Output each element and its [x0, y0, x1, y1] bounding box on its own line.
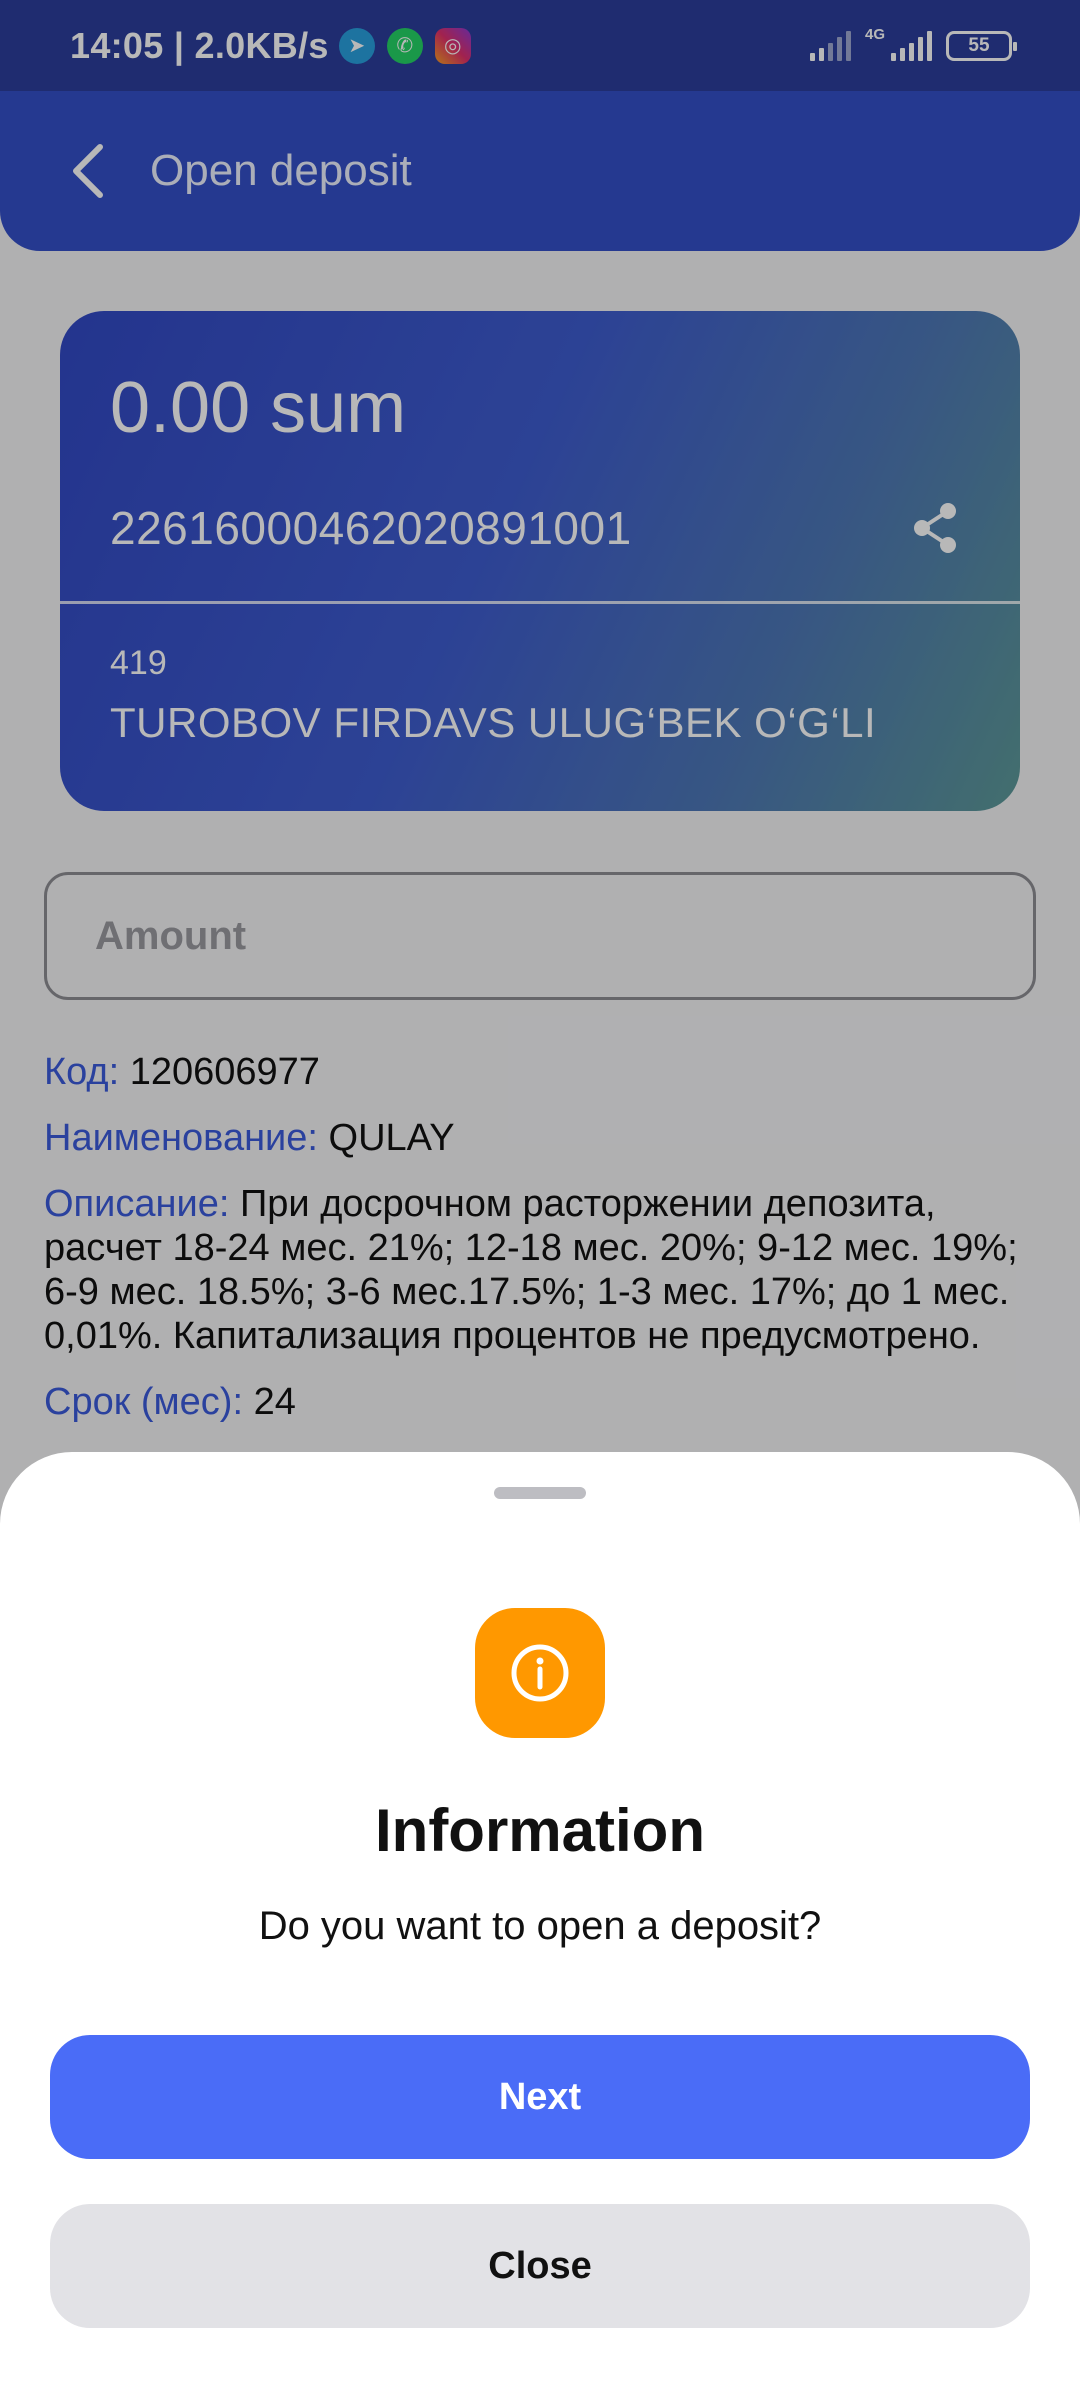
info-bottom-sheet: Information Do you want to open a deposi…	[0, 1452, 1080, 2400]
info-icon	[475, 1608, 605, 1738]
drag-handle[interactable]	[494, 1487, 586, 1499]
dialog-title: Information	[375, 1797, 705, 1864]
next-button[interactable]: Next	[50, 2035, 1030, 2159]
dialog-message: Do you want to open a deposit?	[258, 1904, 822, 1948]
close-button[interactable]: Close	[50, 2204, 1030, 2328]
